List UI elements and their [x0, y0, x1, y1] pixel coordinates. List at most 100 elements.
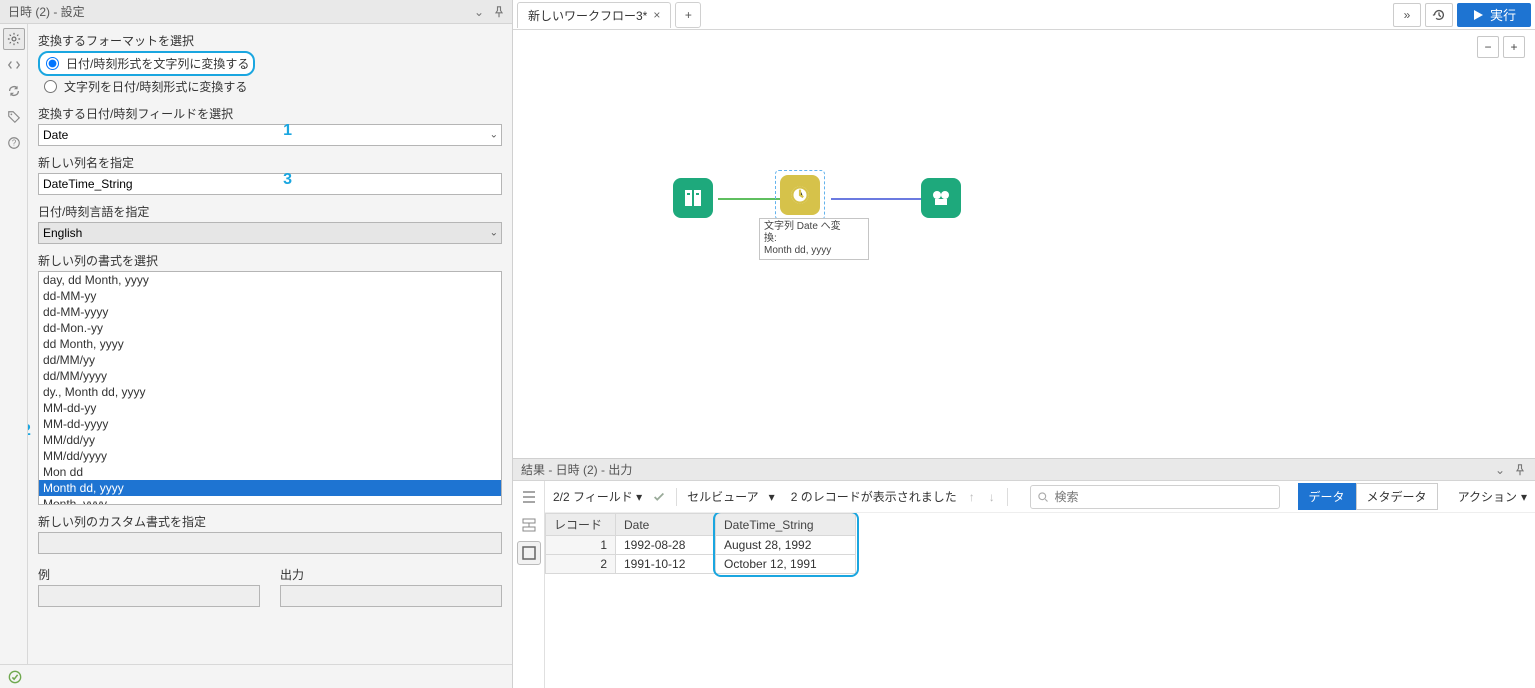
- format-option[interactable]: MM/dd/yyyy: [39, 448, 501, 464]
- records-message: 2 のレコードが表示されました: [791, 488, 957, 505]
- play-icon: [1472, 9, 1484, 21]
- chevron-down-icon[interactable]: ⌄: [1491, 461, 1509, 479]
- output-preview: [280, 585, 502, 607]
- radio-string-to-dt-label: 文字列を日付/時刻形式に変換する: [64, 78, 247, 95]
- view-list-icon[interactable]: [517, 485, 541, 509]
- format-option[interactable]: Month, yyyy: [39, 496, 501, 505]
- node-label-line2: 換:: [764, 233, 864, 245]
- col-datetime-string[interactable]: DateTime_String: [716, 514, 856, 536]
- workflow-tab-title: 新しいワークフロー3*: [528, 7, 647, 24]
- zoom-in-button[interactable]: +: [1503, 36, 1525, 58]
- view-schema-icon[interactable]: [517, 513, 541, 537]
- format-option[interactable]: dd-MM-yyyy: [39, 304, 501, 320]
- field-select[interactable]: Date: [38, 124, 502, 146]
- tag-icon[interactable]: [3, 106, 25, 128]
- results-toolbar: 2/2 フィールド ▾ セルビューア ▾ 2 のレコードが表示されました ↑ ↓…: [545, 481, 1535, 513]
- pin-icon[interactable]: [1511, 461, 1529, 479]
- col-date[interactable]: Date: [616, 514, 716, 536]
- results-grid-wrap: レコード Date DateTime_String 11992-08-28Aug…: [545, 513, 1535, 688]
- workflow-canvas[interactable]: − + 文字列 Date へ変 換: Month dd, yyyy: [513, 30, 1535, 458]
- table-row[interactable]: 11992-08-28August 28, 1992: [546, 536, 856, 555]
- actions-menu[interactable]: アクション ▾: [1458, 488, 1527, 505]
- lang-label: 日付/時刻言語を指定: [38, 203, 502, 220]
- workflow-tab[interactable]: 新しいワークフロー3* ×: [517, 2, 671, 28]
- newcol-label: 新しい列名を指定: [38, 154, 502, 171]
- node-datetime[interactable]: 文字列 Date へ変 換: Month dd, yyyy: [775, 170, 825, 220]
- format-list-label: 新しい列の書式を選択: [38, 252, 502, 269]
- results-panel-header: 結果 - 日時 (2) - 出力 ⌄: [513, 459, 1535, 481]
- check-icon: [652, 490, 666, 504]
- results-panel-title: 結果 - 日時 (2) - 出力: [521, 461, 632, 478]
- node-browse[interactable]: [921, 178, 961, 218]
- format-option[interactable]: dd/MM/yyyy: [39, 368, 501, 384]
- results-grid[interactable]: レコード Date DateTime_String 11992-08-28Aug…: [545, 513, 856, 574]
- col-record[interactable]: レコード: [546, 514, 616, 536]
- pin-icon[interactable]: [490, 3, 508, 21]
- chevron-down-icon[interactable]: ⌄: [470, 3, 488, 21]
- browse-tool-icon: [921, 178, 961, 218]
- help-icon[interactable]: ?: [3, 132, 25, 154]
- connector-1: [718, 198, 780, 200]
- overflow-button[interactable]: »: [1393, 3, 1421, 27]
- history-button[interactable]: [1425, 3, 1453, 27]
- run-button-label: 実行: [1490, 5, 1516, 24]
- radio-string-to-dt[interactable]: 文字列を日付/時刻形式に変換する: [38, 76, 502, 97]
- format-option[interactable]: MM/dd/yy: [39, 432, 501, 448]
- newcol-input[interactable]: [38, 173, 502, 195]
- add-tab-button[interactable]: +: [675, 2, 701, 28]
- format-option[interactable]: MM-dd-yyyy: [39, 416, 501, 432]
- search-input[interactable]: [1055, 490, 1273, 504]
- cell-datetime-string: October 12, 1991: [716, 555, 856, 574]
- format-option[interactable]: Month dd, yyyy: [39, 480, 501, 496]
- node-label-line3: Month dd, yyyy: [764, 245, 864, 257]
- right-area: 新しいワークフロー3* × + » 実行 − +: [513, 0, 1535, 688]
- run-button[interactable]: 実行: [1457, 3, 1531, 27]
- results-panel: 結果 - 日時 (2) - 出力 ⌄ 2/2 フィールド ▾ セルビューア ▾ …: [513, 458, 1535, 688]
- separator: [676, 488, 677, 506]
- format-option[interactable]: Mon dd: [39, 464, 501, 480]
- node-label-line1: 文字列 Date へ変: [764, 221, 864, 233]
- radio-string-to-dt-input[interactable]: [44, 80, 57, 93]
- check-circle-icon: [8, 670, 22, 684]
- gear-icon[interactable]: [3, 28, 25, 50]
- format-listbox[interactable]: day, dd Month, yyyydd-MM-yydd-MM-yyyydd-…: [38, 271, 502, 505]
- format-option[interactable]: day, dd Month, yyyy: [39, 272, 501, 288]
- zoom-out-button[interactable]: −: [1477, 36, 1499, 58]
- fields-count[interactable]: 2/2 フィールド ▾: [553, 488, 642, 505]
- format-section-label: 変換するフォーマットを選択: [38, 32, 502, 49]
- cell-date: 1991-10-12: [616, 555, 716, 574]
- close-icon[interactable]: ×: [653, 8, 660, 22]
- lang-select[interactable]: English: [38, 222, 502, 244]
- cell-date: 1992-08-28: [616, 536, 716, 555]
- cell-viewer-button[interactable]: セルビューア: [687, 488, 759, 505]
- table-row[interactable]: 21991-10-12October 12, 1991: [546, 555, 856, 574]
- format-option[interactable]: dd Month, yyyy: [39, 336, 501, 352]
- radio-dt-to-string-input[interactable]: [46, 57, 59, 70]
- format-option[interactable]: MM-dd-yy: [39, 400, 501, 416]
- example-output: [38, 585, 260, 607]
- tab-metadata[interactable]: メタデータ: [1356, 483, 1438, 510]
- arrow-up-icon[interactable]: ↑: [967, 490, 977, 504]
- annotation-3: 3: [283, 171, 292, 189]
- code-icon[interactable]: [3, 54, 25, 76]
- results-view-strip: [513, 481, 545, 688]
- config-footer: [0, 664, 512, 688]
- tab-data[interactable]: データ: [1298, 483, 1356, 510]
- format-option[interactable]: dd-MM-yy: [39, 288, 501, 304]
- format-option[interactable]: dd-Mon.-yy: [39, 320, 501, 336]
- arrow-down-icon[interactable]: ↓: [987, 490, 997, 504]
- node-input[interactable]: [673, 178, 713, 218]
- datetime-tool-icon: [780, 175, 820, 215]
- format-option[interactable]: dy., Month dd, yyyy: [39, 384, 501, 400]
- search-icon: [1037, 491, 1049, 503]
- separator: [1007, 488, 1008, 506]
- search-box[interactable]: [1030, 485, 1280, 509]
- refresh-icon[interactable]: [3, 80, 25, 102]
- view-table-icon[interactable]: [517, 541, 541, 565]
- cell-rownum: 2: [546, 555, 616, 574]
- radio-dt-to-string-label: 日付/時刻形式を文字列に変換する: [66, 55, 249, 72]
- cell-rownum: 1: [546, 536, 616, 555]
- output-label: 出力: [280, 566, 502, 583]
- format-option[interactable]: dd/MM/yy: [39, 352, 501, 368]
- radio-dt-to-string[interactable]: 日付/時刻形式を文字列に変換する: [38, 51, 255, 76]
